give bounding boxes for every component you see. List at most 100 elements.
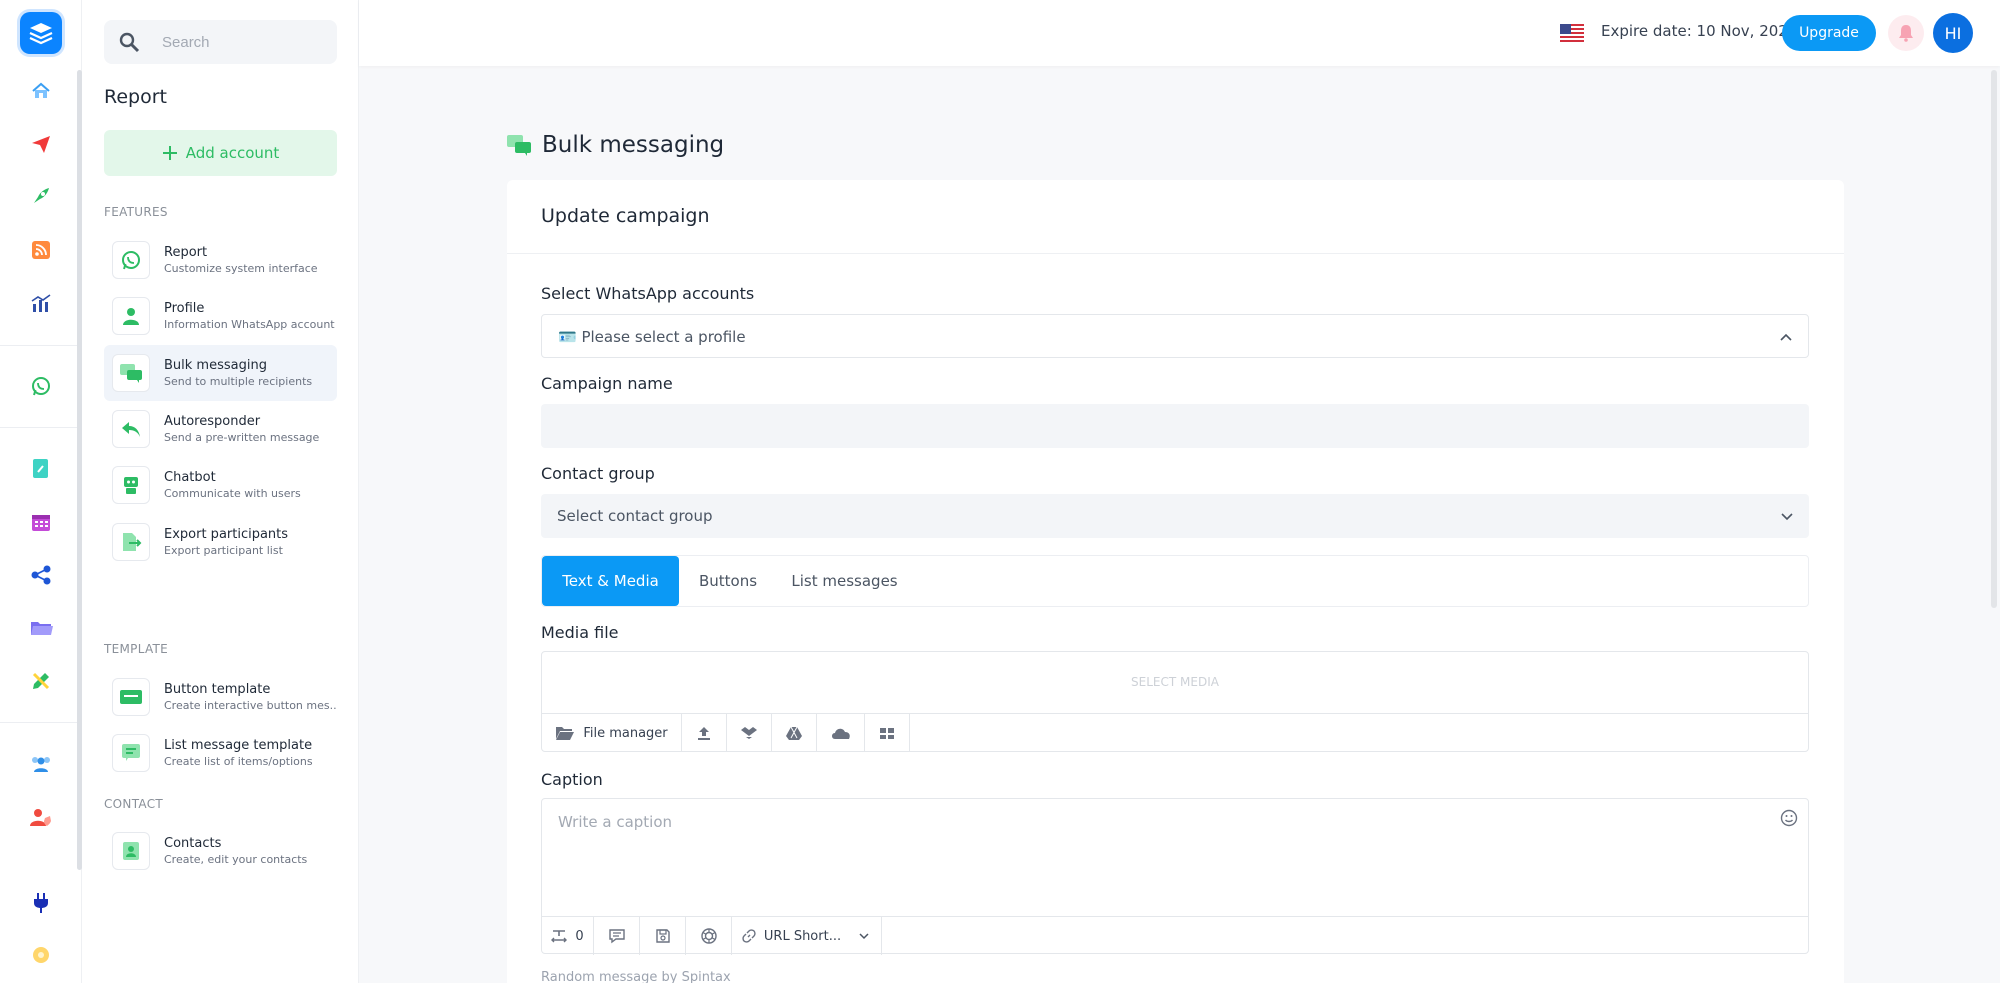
comment-icon[interactable] (594, 917, 640, 955)
sidebar-item-profile[interactable]: Profile Information WhatsApp account (104, 288, 337, 344)
sidebar-item-button-template[interactable]: Button template Create interactive button… (104, 669, 337, 725)
sidebar-item-subtitle: Export participant list (164, 544, 283, 557)
expire-date-text: Expire date: 10 Nov, 2023 (1601, 22, 1798, 40)
rail-divider (0, 345, 82, 346)
search-input[interactable]: Search (104, 20, 337, 64)
rss-icon[interactable] (25, 234, 57, 266)
folder-open-icon (556, 727, 575, 740)
app-logo-icon[interactable] (20, 12, 62, 54)
features-section-label: FEATURES (104, 205, 168, 219)
search-icon (119, 32, 140, 53)
select-media-text[interactable]: SELECT MEDIA (542, 675, 1808, 689)
save-icon[interactable] (640, 917, 686, 955)
user-icon (112, 297, 150, 335)
chevron-down-icon (859, 933, 869, 940)
send-icon[interactable] (25, 128, 57, 160)
sidebar-item-subtitle: Communicate with users (164, 487, 301, 500)
users-icon[interactable] (25, 748, 57, 780)
sidebar-item-title: Button template (164, 682, 271, 697)
chevron-down-icon (1781, 513, 1793, 521)
rocket-icon[interactable] (25, 180, 57, 212)
accounts-placeholder: 🪪 Please select a profile (558, 328, 746, 346)
sidebar-item-subtitle: Create list of items/options (164, 755, 313, 768)
grid-icon[interactable] (865, 714, 910, 752)
caption-textarea[interactable]: Write a caption 0 URL Short... (541, 798, 1809, 955)
sidebar-item-title: Bulk messaging (164, 358, 267, 373)
sidebar-item-bulk-messaging[interactable]: Bulk messaging Send to multiple recipient… (104, 345, 337, 401)
sidebar-item-title: Autoresponder (164, 414, 261, 429)
caption-label: Caption (541, 770, 603, 789)
chevron-up-icon (1780, 333, 1792, 341)
spintax-label: Random message by Spintax (541, 970, 731, 983)
sidebar-item-title: Profile (164, 301, 205, 316)
share-icon[interactable] (25, 559, 57, 591)
media-toolbar: File manager (542, 713, 1808, 752)
page-title: Bulk messaging (506, 132, 724, 158)
page-title-text: Bulk messaging (542, 132, 725, 158)
analytics-icon[interactable] (25, 288, 57, 320)
notification-bell-icon[interactable] (1888, 15, 1924, 51)
chat-bubbles-icon (112, 354, 150, 392)
sidebar-item-title: List message template (164, 738, 313, 753)
plus-icon (162, 146, 177, 160)
emoji-icon[interactable] (1780, 809, 1798, 827)
card-title: Update campaign (507, 180, 1844, 254)
sidebar-item-title: Contacts (164, 836, 222, 851)
reply-all-icon (112, 410, 150, 448)
page-scrollbar[interactable] (1991, 70, 1997, 608)
sidebar-item-title: Export participants (164, 527, 289, 542)
calendar-icon[interactable] (25, 506, 57, 538)
openai-icon[interactable] (686, 917, 732, 955)
search-placeholder: Search (162, 33, 210, 51)
tab-list-messages[interactable]: List messages (777, 556, 912, 606)
contact-group-select[interactable]: Select contact group (541, 494, 1809, 538)
edit-document-icon[interactable] (25, 453, 57, 485)
add-account-button[interactable]: Add account (104, 130, 337, 176)
folder-icon[interactable] (25, 612, 57, 644)
url-shortener-dropdown[interactable]: URL Short... (732, 917, 882, 955)
rail-divider (0, 427, 82, 428)
contact-section-label: CONTACT (104, 797, 164, 811)
media-file-box: SELECT MEDIA File manager (541, 651, 1809, 752)
sidebar-item-autoresponder[interactable]: Autoresponder Send a pre-written message (104, 401, 337, 457)
upgrade-button[interactable]: Upgrade (1782, 15, 1876, 51)
campaign-card: Update campaign Select WhatsApp accounts… (507, 180, 1844, 983)
sidebar-item-title: Chatbot (164, 470, 216, 485)
icon-rail (0, 0, 82, 983)
rail-divider (0, 722, 82, 723)
accounts-label: Select WhatsApp accounts (541, 284, 755, 303)
file-manager-button[interactable]: File manager (542, 714, 682, 752)
sidebar-item-list-message-template[interactable]: List message template Create list of item… (104, 725, 337, 781)
sidebar-item-chatbot[interactable]: Chatbot Communicate with users (104, 457, 337, 513)
settings-icon[interactable] (25, 939, 57, 971)
onedrive-icon[interactable] (817, 714, 865, 752)
dropbox-icon[interactable] (727, 714, 772, 752)
home-icon[interactable] (25, 75, 57, 107)
whatsapp-accounts-select[interactable]: 🪪 Please select a profile (541, 314, 1809, 358)
campaign-name-input[interactable] (541, 404, 1809, 448)
contact-book-icon (112, 832, 150, 870)
pencil-ruler-icon[interactable] (25, 665, 57, 697)
tab-buttons[interactable]: Buttons (679, 556, 777, 606)
plugin-icon[interactable] (25, 887, 57, 919)
sidebar-item-contacts[interactable]: Contacts Create, edit your contacts (104, 823, 337, 879)
tab-text-media[interactable]: Text & Media (542, 556, 679, 606)
user-avatar[interactable]: HI (1933, 13, 1973, 53)
list-message-icon (112, 734, 150, 772)
google-drive-icon[interactable] (772, 714, 817, 752)
caption-toolbar: 0 URL Short... (542, 916, 1808, 955)
upload-icon[interactable] (682, 714, 727, 752)
sidebar-item-export-participants[interactable]: Export participants Export participant li… (104, 514, 337, 570)
text-width-icon (551, 930, 568, 943)
message-type-tabs: Text & Media Buttons List messages (541, 555, 1809, 607)
sidebar-item-title: Report (164, 245, 208, 260)
contact-group-label: Contact group (541, 464, 655, 483)
us-flag-icon[interactable] (1560, 24, 1584, 42)
character-count-value: 0 (575, 928, 584, 944)
user-shield-icon[interactable] (25, 801, 57, 833)
whatsapp-icon[interactable] (25, 370, 57, 402)
contact-group-placeholder: Select contact group (557, 507, 713, 525)
sidebar-item-subtitle: Create, edit your contacts (164, 853, 308, 866)
button-template-icon (112, 678, 150, 716)
sidebar-item-report[interactable]: Report Customize system interface (104, 232, 337, 288)
